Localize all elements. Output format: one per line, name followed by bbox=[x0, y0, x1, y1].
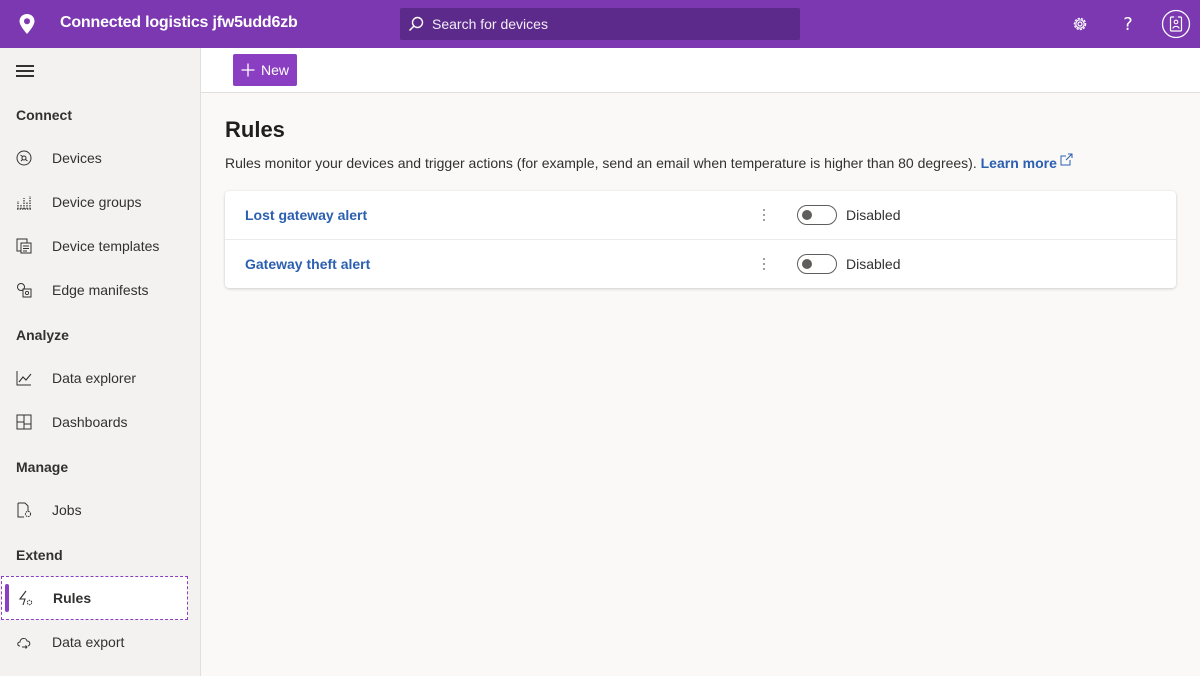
sidebar-item-devices[interactable]: Devices bbox=[0, 136, 188, 180]
page-description: Rules monitor your devices and trigger a… bbox=[225, 153, 1073, 171]
toggle-knob bbox=[802, 259, 812, 269]
new-rule-button[interactable]: New bbox=[233, 54, 297, 86]
data-explorer-icon bbox=[16, 371, 32, 386]
sidebar-item-edge-manifests[interactable]: Edge manifests bbox=[0, 268, 188, 312]
more-options-icon[interactable] bbox=[756, 205, 772, 225]
sidebar-item-dashboards[interactable]: Dashboards bbox=[0, 400, 188, 444]
device-groups-icon bbox=[17, 196, 31, 210]
sidebar-item-label: Dashboards bbox=[52, 414, 128, 430]
table-row: Gateway theft alert Disabled bbox=[225, 239, 1176, 287]
sidebar-item-data-export[interactable]: Data export bbox=[0, 620, 188, 664]
account-button[interactable] bbox=[1160, 8, 1192, 40]
sidebar-item-device-groups[interactable]: Device groups bbox=[0, 180, 188, 224]
rule-enabled-toggle[interactable] bbox=[797, 205, 837, 225]
gear-icon bbox=[1073, 17, 1087, 31]
devices-icon bbox=[16, 150, 32, 166]
sidebar-item-data-explorer[interactable]: Data explorer bbox=[0, 356, 188, 400]
section-connect: Connect bbox=[16, 107, 72, 123]
page-title: Rules bbox=[225, 117, 285, 142]
sidebar-item-label: Data export bbox=[52, 634, 125, 650]
active-indicator bbox=[5, 584, 9, 612]
question-icon: ? bbox=[1123, 13, 1133, 35]
sidebar-item-rules[interactable]: Rules bbox=[1, 576, 188, 620]
section-manage: Manage bbox=[16, 459, 69, 475]
device-templates-icon bbox=[16, 238, 32, 254]
help-button[interactable]: ? bbox=[1116, 12, 1140, 36]
sidebar-item-label: Jobs bbox=[52, 502, 82, 518]
search-icon bbox=[408, 16, 424, 32]
external-link-icon bbox=[1060, 153, 1073, 166]
section-extend: Extend bbox=[16, 547, 63, 563]
command-bar: New bbox=[201, 48, 1200, 93]
sidebar-item-label: Data explorer bbox=[52, 370, 137, 386]
app-title: Connected logistics jfw5udd6zb bbox=[60, 14, 298, 31]
settings-button[interactable] bbox=[1068, 12, 1092, 36]
rules-list: Lost gateway alert Disabled Gateway thef… bbox=[225, 191, 1176, 288]
search-input[interactable] bbox=[432, 8, 792, 40]
sidebar-item-label: Device templates bbox=[52, 238, 160, 254]
toggle-knob bbox=[802, 210, 812, 220]
sidebar-item-label: Rules bbox=[53, 590, 92, 606]
rules-icon bbox=[18, 590, 33, 606]
rule-status: Disabled bbox=[846, 207, 901, 223]
description-text: Rules monitor your devices and trigger a… bbox=[225, 155, 981, 171]
sidebar-item-label: Devices bbox=[52, 150, 102, 166]
rule-status: Disabled bbox=[846, 256, 901, 272]
new-button-label: New bbox=[261, 62, 290, 78]
location-pin-icon bbox=[19, 14, 35, 34]
sidebar-item-label: Edge manifests bbox=[52, 282, 149, 298]
rule-name-link[interactable]: Lost gateway alert bbox=[245, 207, 367, 223]
rule-name-link[interactable]: Gateway theft alert bbox=[245, 256, 370, 272]
search-box[interactable] bbox=[400, 8, 800, 40]
jobs-icon bbox=[17, 502, 32, 518]
sidebar: Connect Devices Device groups Device tem… bbox=[0, 48, 201, 676]
sidebar-item-device-templates[interactable]: Device templates bbox=[0, 224, 188, 268]
hamburger-menu-icon[interactable] bbox=[16, 65, 34, 77]
dashboards-icon bbox=[16, 414, 32, 430]
table-row: Lost gateway alert Disabled bbox=[225, 191, 1176, 239]
sidebar-item-label: Device groups bbox=[52, 194, 142, 210]
data-export-icon bbox=[17, 638, 31, 649]
learn-more-link[interactable]: Learn more bbox=[981, 153, 1073, 171]
sidebar-item-jobs[interactable]: Jobs bbox=[0, 488, 188, 532]
top-bar: Connected logistics jfw5udd6zb ? bbox=[0, 0, 1200, 48]
rule-enabled-toggle[interactable] bbox=[797, 254, 837, 274]
user-badge-icon bbox=[1161, 9, 1191, 39]
more-options-icon[interactable] bbox=[756, 254, 772, 274]
plus-icon bbox=[241, 63, 255, 77]
edge-manifests-icon bbox=[17, 283, 32, 298]
section-analyze: Analyze bbox=[16, 327, 69, 343]
